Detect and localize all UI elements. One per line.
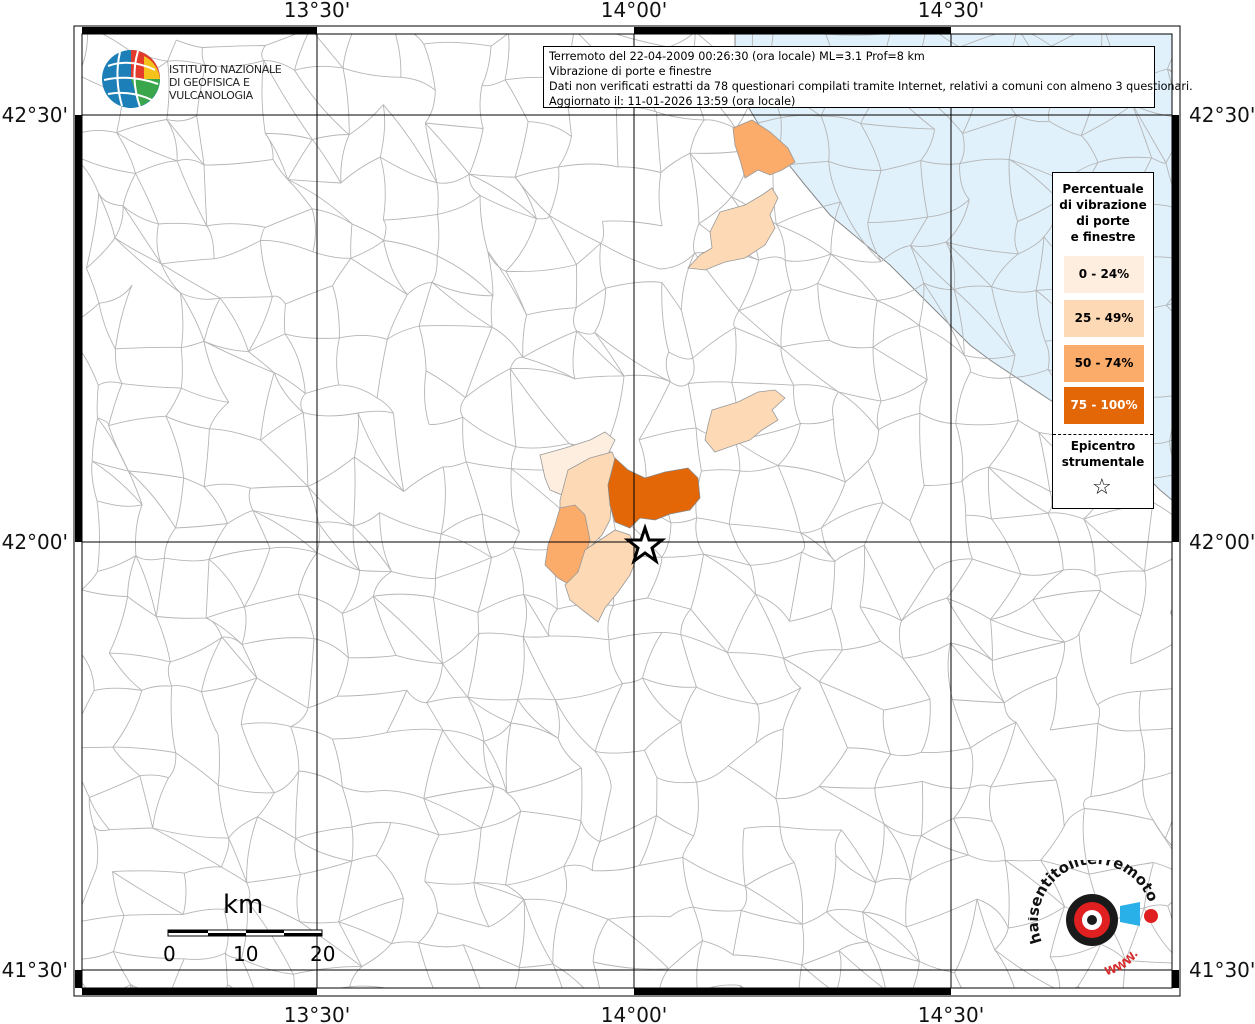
map-subject: Vibrazione di porte e finestre	[549, 65, 712, 78]
legend-title-line3: di porte	[1076, 214, 1130, 228]
legend-class-3: 75 - 100%	[1064, 387, 1144, 424]
legend-class-1: 25 - 49%	[1064, 300, 1144, 337]
scale-label-0: 0	[163, 942, 176, 966]
lon-label-bottom-2: 14°00'	[601, 1003, 667, 1024]
legend-title-line2: di vibrazione	[1059, 198, 1147, 212]
legend-title-line4: e finestre	[1070, 230, 1136, 244]
legend-star-icon: ☆	[1092, 475, 1112, 500]
data-note: Dati non verificati estratti da 78 quest…	[549, 80, 1193, 93]
scale-bar-graphic	[167, 929, 323, 937]
event-info-box: Terremoto del 22-04-2009 00:26:30 (ora l…	[543, 46, 1193, 108]
lat-label-right-2: 42°00'	[1189, 530, 1255, 554]
lat-label-left-2: 42°00'	[2, 530, 68, 554]
update-time: Aggiornato il: 11-01-2026 13:59 (ora loc…	[549, 95, 796, 108]
lat-label-right-3: 41°30'	[1189, 958, 1255, 982]
ingv-name-line1: ISTITUTO NAZIONALE	[169, 63, 282, 76]
legend-epicenter-line1: Epicentro	[1070, 439, 1136, 453]
legend-class-0: 0 - 24%	[1064, 256, 1144, 293]
ingv-globe-icon	[102, 50, 160, 108]
hst-logo: haisentitoilterremoto.it WWW.	[1024, 846, 1168, 980]
lon-label-bottom-1: 13°30'	[284, 1003, 350, 1024]
lat-label-left-1: 42°30'	[2, 103, 68, 127]
hst-logo-graphic: haisentitoilterremoto.it WWW.	[1024, 846, 1162, 978]
lon-label-top-2: 14°00'	[601, 0, 667, 22]
legend-epicenter-line2: strumentale	[1061, 455, 1145, 469]
hst-logo-sub: WWW.	[1103, 948, 1141, 978]
scale-bar: km 0 10 20	[160, 890, 340, 970]
legend-title: Percentuale di vibrazione di porte e fin…	[1053, 181, 1153, 245]
ingv-logo: ISTITUTO NAZIONALE DI GEOFISICA E VULCAN…	[100, 48, 315, 110]
lat-label-right-1: 42°30'	[1189, 103, 1255, 127]
legend-class-2: 50 - 74%	[1064, 345, 1144, 382]
ingv-name-line2: DI GEOFISICA E VULCANOLOGIA	[169, 76, 253, 102]
legend-separator	[1053, 434, 1153, 435]
legend-title-line1: Percentuale	[1062, 182, 1144, 196]
event-title: Terremoto del 22-04-2009 00:26:30 (ora l…	[549, 50, 925, 63]
lon-label-top-3: 14°30'	[918, 0, 984, 22]
scale-label-20: 20	[310, 942, 336, 966]
lat-label-left-3: 41°30'	[2, 958, 68, 982]
lon-label-bottom-3: 14°30'	[918, 1003, 984, 1024]
lon-label-top-1: 13°30'	[284, 0, 350, 22]
legend-epicenter-label: Epicentro strumentale	[1053, 438, 1153, 470]
legend: Percentuale di vibrazione di porte e fin…	[1052, 172, 1154, 509]
svg-text:WWW.: WWW.	[1103, 948, 1141, 978]
scale-label-10: 10	[233, 942, 259, 966]
